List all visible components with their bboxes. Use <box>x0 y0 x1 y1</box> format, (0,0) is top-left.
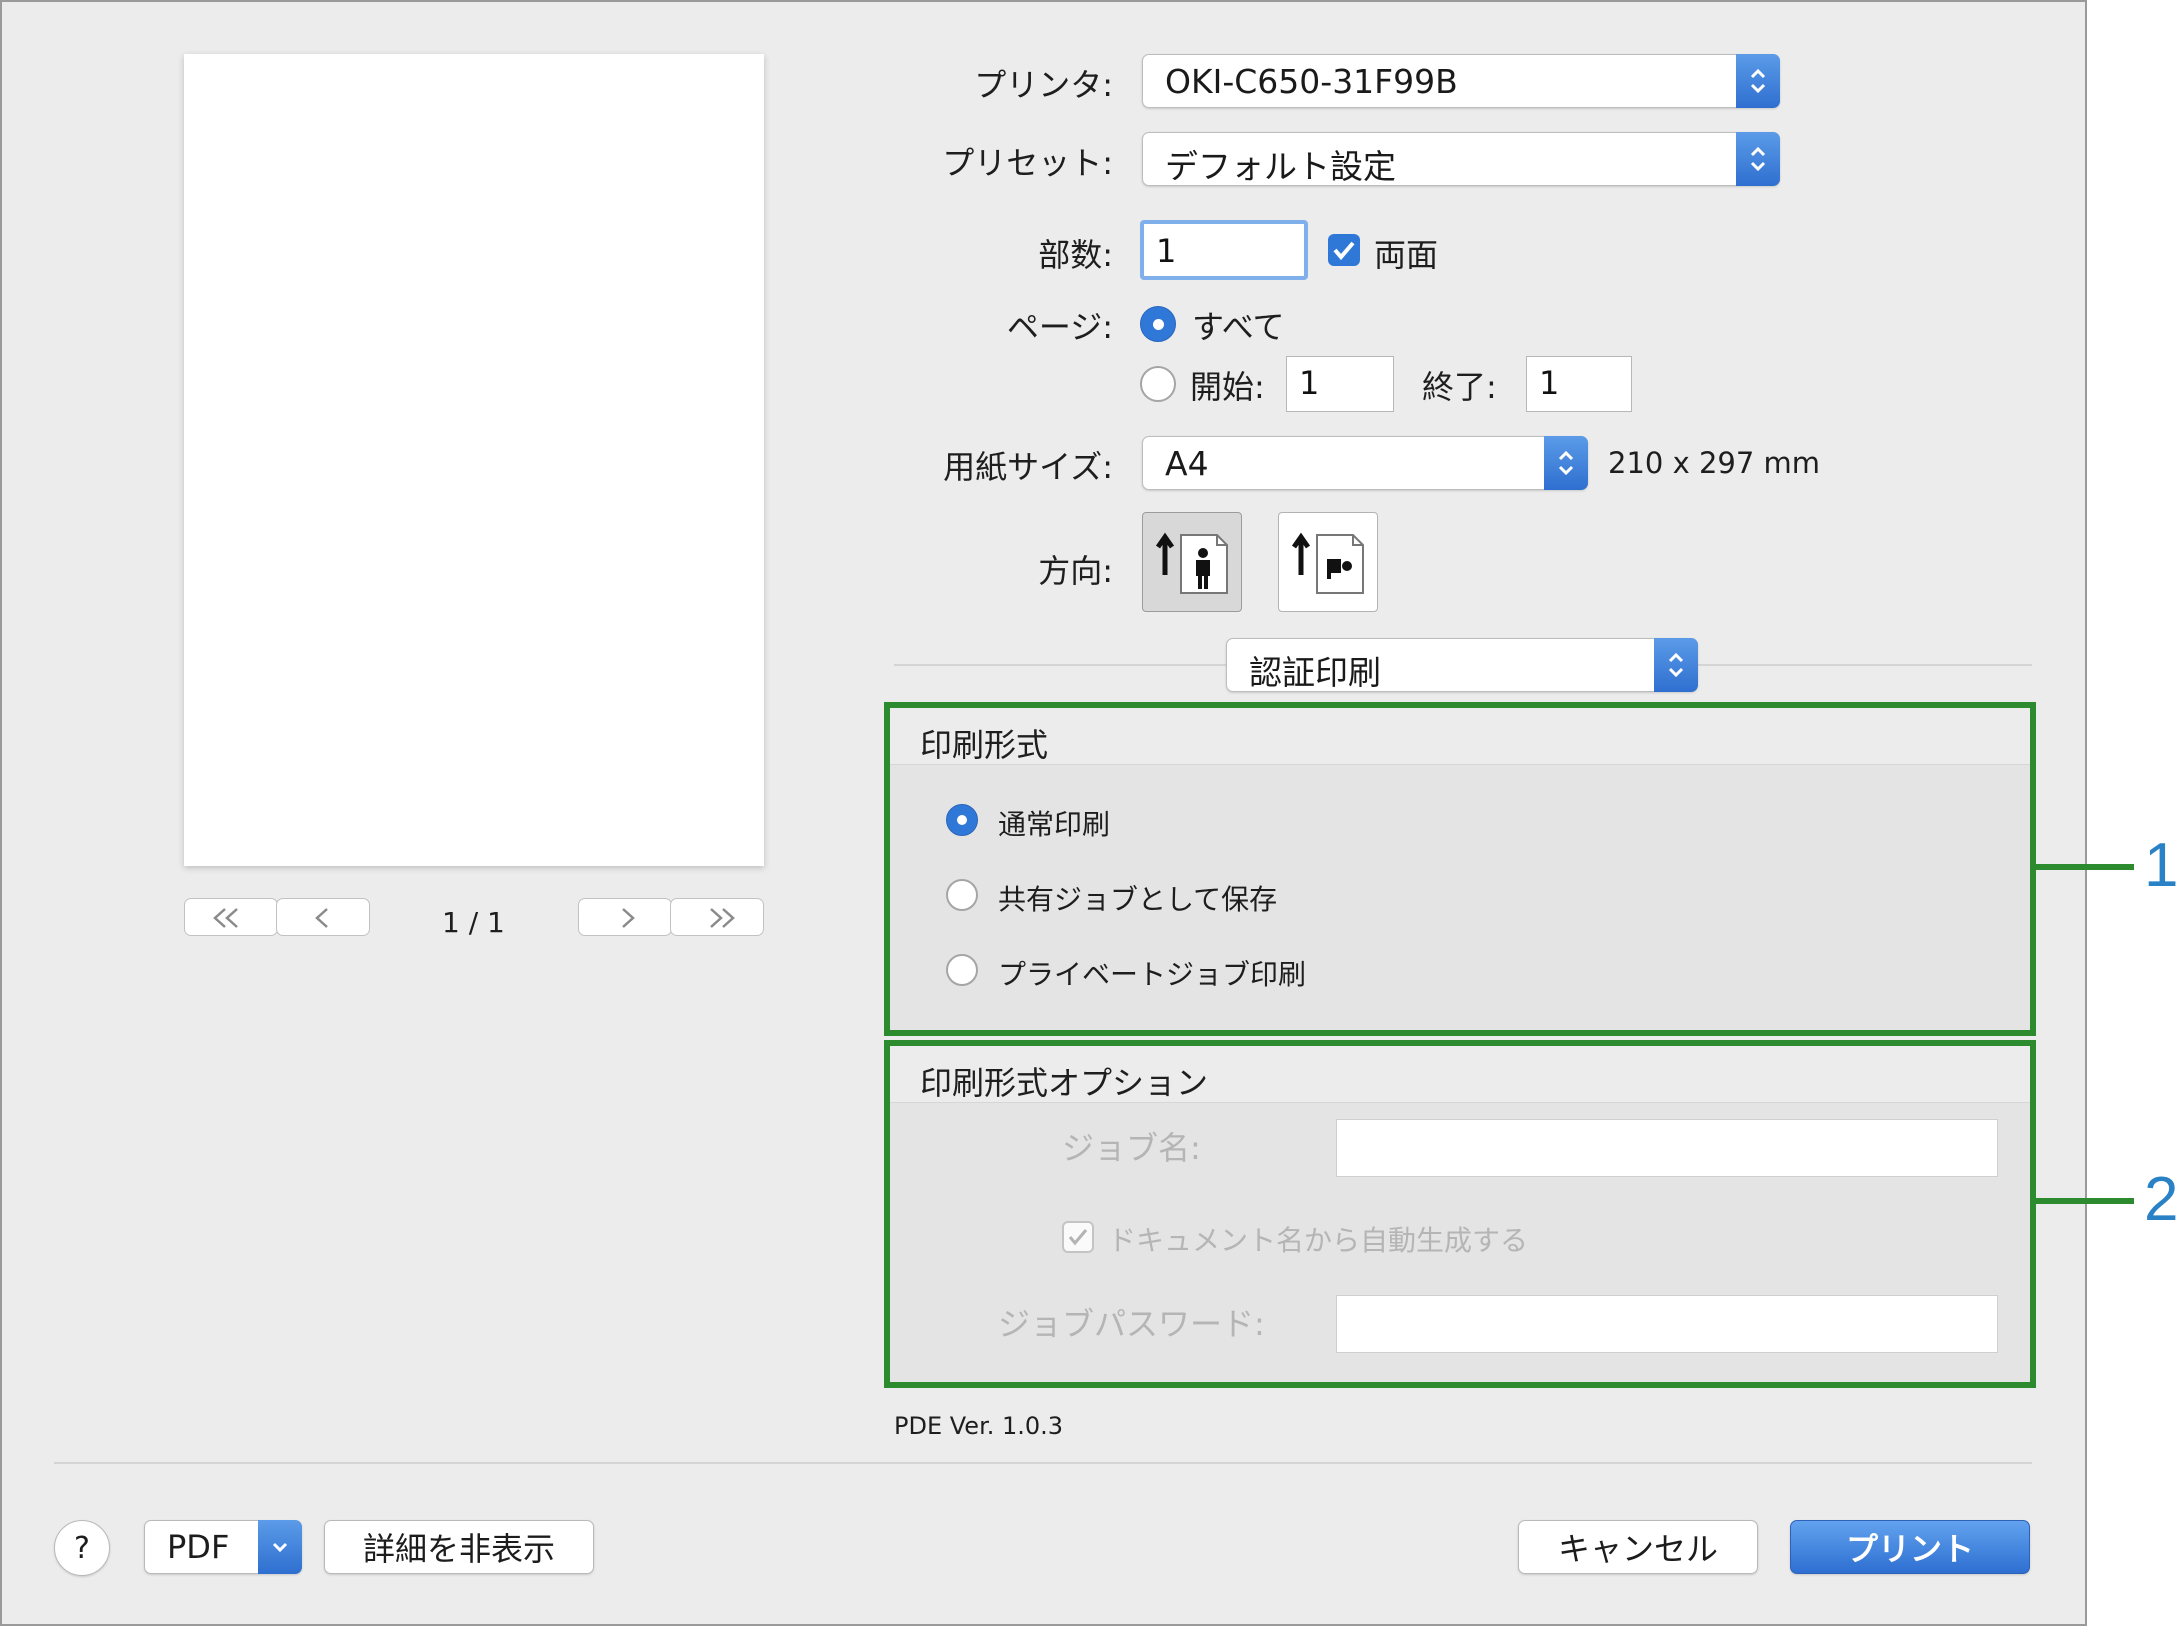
print-dialog: 1 / 1 プリンタ: OKI-C650-31F99B プリセット: デフォルト… <box>0 0 2087 1626</box>
shared-job-radio[interactable] <box>946 879 978 911</box>
pages-label: ページ: <box>1006 308 1113 346</box>
normal-print-label: 通常印刷 <box>998 808 1111 841</box>
checkmark-icon <box>1068 1229 1088 1246</box>
next-page-button[interactable] <box>578 898 672 936</box>
paper-size-value: A4 <box>1165 444 1209 483</box>
printer-select[interactable]: OKI-C650-31F99B <box>1142 54 1780 108</box>
pages-to-label: 終了: <box>1422 368 1497 406</box>
copies-label: 部数: <box>1038 236 1113 274</box>
double-chevron-left-icon <box>213 908 238 928</box>
auto-name-label: ドキュメント名から自動生成する <box>1108 1224 1529 1257</box>
first-page-button[interactable] <box>184 898 278 936</box>
footer-divider <box>54 1462 2032 1464</box>
print-button[interactable]: プリント <box>1790 1520 2030 1574</box>
shared-job-label: 共有ジョブとして保存 <box>998 883 1278 916</box>
callout-2-number: 2 <box>2144 1165 2179 1234</box>
print-mode-options-title: 印刷形式オプション <box>920 1064 1209 1102</box>
hide-details-button[interactable]: 詳細を非表示 <box>324 1520 594 1574</box>
updown-arrows-icon <box>1654 638 1698 692</box>
pages-all-radio[interactable] <box>1140 306 1176 342</box>
job-password-label: ジョブパスワード: <box>998 1305 1265 1343</box>
normal-print-radio[interactable] <box>946 804 978 836</box>
landscape-orientation-icon <box>1291 532 1364 594</box>
private-job-label: プライベートジョブ印刷 <box>998 958 1307 991</box>
pages-from-input[interactable]: 1 <box>1286 356 1394 412</box>
job-name-input[interactable] <box>1336 1119 1998 1177</box>
landscape-orientation-button[interactable] <box>1278 512 1378 612</box>
updown-arrows-icon <box>1736 54 1780 108</box>
preset-value: デフォルト設定 <box>1165 147 1396 186</box>
cancel-button[interactable]: キャンセル <box>1518 1520 1758 1574</box>
printer-value: OKI-C650-31F99B <box>1165 62 1458 101</box>
page-preview <box>184 54 764 866</box>
paper-size-select[interactable]: A4 <box>1142 436 1588 490</box>
pages-to-input[interactable]: 1 <box>1526 356 1632 412</box>
pages-all-label: すべて <box>1192 308 1285 346</box>
pdf-menu-button[interactable]: PDF <box>144 1520 302 1574</box>
callout-1-line <box>2030 864 2134 870</box>
chevron-right-icon <box>622 908 635 928</box>
prev-page-button[interactable] <box>276 898 370 936</box>
print-mode-options-group: 印刷形式オプション ジョブ名: ドキュメント名から自動生成する ジョブパスワード… <box>884 1040 2036 1388</box>
duplex-label: 両面 <box>1374 236 1439 274</box>
help-button[interactable]: ? <box>54 1520 110 1576</box>
private-job-radio[interactable] <box>946 954 978 986</box>
auto-name-checkbox[interactable] <box>1062 1221 1094 1253</box>
copies-input[interactable]: 1 <box>1140 220 1308 280</box>
callout-2-line <box>2030 1198 2134 1204</box>
pages-range-radio[interactable] <box>1140 366 1176 402</box>
panel-select-value: 認証印刷 <box>1249 653 1381 692</box>
paper-dimensions: 210 x 297 mm <box>1608 446 1821 480</box>
preset-select[interactable]: デフォルト設定 <box>1142 132 1780 186</box>
duplex-checkbox[interactable] <box>1328 234 1360 266</box>
chevron-down-icon <box>258 1520 302 1574</box>
paper-size-label: 用紙サイズ: <box>943 448 1113 486</box>
pages-from-label: 開始: <box>1190 368 1265 406</box>
pdf-label: PDF <box>167 1528 230 1566</box>
updown-arrows-icon <box>1736 132 1780 186</box>
print-mode-title: 印刷形式 <box>920 726 1049 764</box>
double-chevron-right-icon <box>710 908 735 928</box>
print-mode-group: 印刷形式 通常印刷 共有ジョブとして保存 プライベートジョブ印刷 <box>884 702 2036 1036</box>
callout-1-number: 1 <box>2144 831 2179 900</box>
portrait-orientation-icon <box>1155 532 1228 594</box>
page-indicator: 1 / 1 <box>442 906 505 939</box>
pde-version: PDE Ver. 1.0.3 <box>894 1412 1064 1440</box>
chevron-left-icon <box>315 908 328 928</box>
job-name-label: ジョブ名: <box>1062 1129 1201 1167</box>
preset-label: プリセット: <box>942 144 1113 182</box>
job-password-input[interactable] <box>1336 1295 1998 1353</box>
panel-select[interactable]: 認証印刷 <box>1226 638 1698 692</box>
printer-label: プリンタ: <box>974 66 1113 104</box>
portrait-orientation-button[interactable] <box>1142 512 1242 612</box>
last-page-button[interactable] <box>670 898 764 936</box>
orientation-label: 方向: <box>1038 552 1113 590</box>
updown-arrows-icon <box>1544 436 1588 490</box>
checkmark-icon <box>1333 241 1355 261</box>
